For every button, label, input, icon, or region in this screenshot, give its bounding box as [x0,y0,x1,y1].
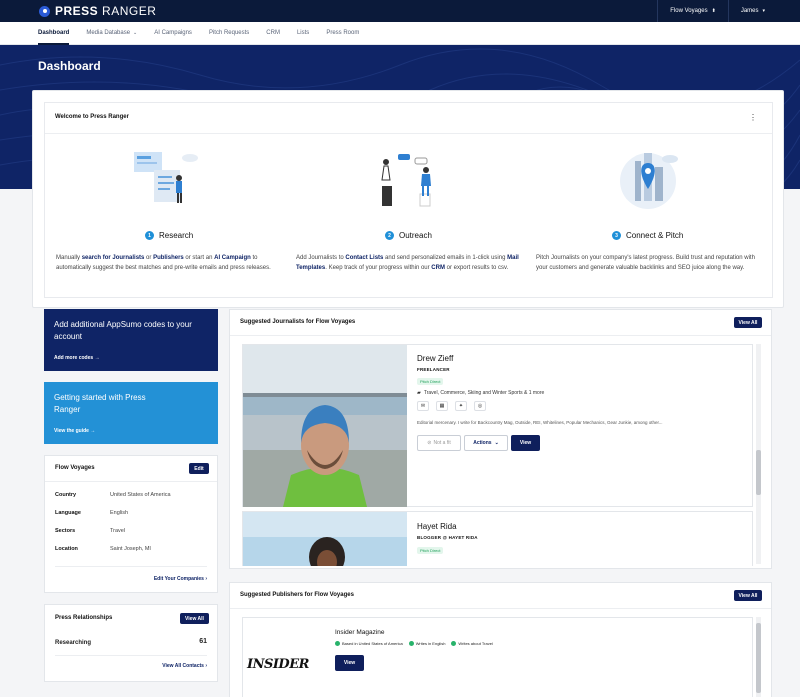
view-publisher-button[interactable]: View [335,655,364,671]
link-crm[interactable]: CRM [431,265,445,271]
main-nav: Dashboard Media Database ⌄ AI Campaigns P… [0,22,800,45]
publishers-title: Suggested Publishers for Flow Voyages [240,592,354,598]
company-row-sectors: Sectors Travel [55,528,126,534]
chevron-down-icon: ⌄ [133,30,138,36]
website-icon[interactable]: ◎ [474,401,486,411]
press-relationships-card: Press Relationships View All Researching… [44,604,218,682]
briefcase-icon: ▰ [417,390,421,396]
relationships-title: Press Relationships [55,615,113,621]
edit-companies-link[interactable]: Edit Your Companies › [154,576,207,582]
step-number: 1 [145,231,154,240]
twitter-icon[interactable]: ✦ [455,401,467,411]
publisher-card: INSIDER Insider Magazine Based in United… [242,617,753,697]
view-all-journalists-button[interactable]: View All [734,317,762,328]
chevron-down-icon: ⌄ [494,440,499,446]
linkedin-icon[interactable]: ▦ [436,401,448,411]
nav-dashboard[interactable]: Dashboard [38,22,70,45]
nav-pitch-requests[interactable]: Pitch Requests [209,22,249,45]
nav-crm[interactable]: CRM [266,22,280,45]
journalist-bio: Editorial mercenary. I write for Backcou… [417,420,663,425]
step-outreach: 2 Outreach [385,231,432,240]
caret-down-icon: ▾ [762,8,765,14]
company-row-location: Location Saint Joseph, MI [55,546,151,552]
welcome-card: Welcome to Press Ranger ⋮ 1 Research Man… [32,90,784,308]
journalist-photo [243,345,407,507]
brand-logo[interactable]: PRESS RANGER [55,4,156,18]
step-research-desc: Manually search for Journalists or Publi… [56,255,271,271]
view-all-relationships-button[interactable]: View All [180,613,209,624]
publisher-badges: Based in United States of America Writes… [335,641,499,646]
research-illustration [134,152,198,203]
insider-logo: INSIDER [247,657,309,672]
nav-press-room[interactable]: Press Room [326,22,359,45]
company-name: Flow Voyages [55,465,95,471]
connect-illustration [620,153,678,209]
suggested-journalists-card: Suggested Journalists for Flow Voyages V… [229,309,772,569]
journalists-title: Suggested Journalists for Flow Voyages [240,319,356,325]
pitch-direct-badge: Pitch Direct [417,378,444,385]
link-contact-lists[interactable]: Contact Lists [345,255,383,261]
getting-started-card: Getting started with Press Ranger View t… [44,382,218,444]
step-connect-desc: Pitch Journalists on your company's late… [536,255,755,271]
outreach-illustration [381,154,431,207]
edit-company-button[interactable]: Edit [189,463,209,474]
welcome-panel: Welcome to Press Ranger ⋮ 1 Research Man… [44,102,773,298]
appsumo-title: Add additional AppSumo codes to your acc… [54,320,192,341]
step-research: 1 Research [145,231,193,240]
eye-slash-icon: ⊘ [427,440,432,446]
journalist-role: FREELANCER [417,367,450,372]
email-icon[interactable]: ✉ [417,401,429,411]
add-more-codes-link[interactable]: Add more codes → [54,355,100,361]
not-a-fit-button[interactable]: ⊘ Not a fit [417,435,461,451]
publisher-badge: Writes in English [408,641,445,646]
view-all-publishers-button[interactable]: View All [734,590,762,601]
link-ai-campaign[interactable]: AI Campaign [214,255,251,261]
page-title: Dashboard [38,59,101,73]
logo-pin-icon [39,5,50,17]
link-search-journalists[interactable]: search for Journalists [82,255,145,261]
appsumo-card: Add additional AppSumo codes to your acc… [44,309,218,371]
researching-label: Researching [55,640,92,646]
journalists-scroll-thumb[interactable] [756,450,761,495]
company-card: Flow Voyages Edit Country United States o… [44,455,218,593]
step-number: 2 [385,231,394,240]
updown-chevron-icon: ⬍ [711,8,716,14]
nav-lists[interactable]: Lists [297,22,309,45]
journalist-card: Hayet Rida BLOGGER @ HAYET RIDA Pitch Di… [242,511,753,566]
more-options-icon[interactable]: ⋮ [749,113,757,122]
company-switcher[interactable]: Flow Voyages ⬍ [657,0,728,22]
getting-started-title: Getting started with Press Ranger [54,393,146,414]
publisher-name[interactable]: Insider Magazine [335,629,385,636]
user-menu[interactable]: James ▾ [727,0,800,22]
welcome-title: Welcome to Press Ranger [55,114,129,120]
check-circle-icon [335,641,340,646]
journalist-card: Drew Zieff FREELANCER Pitch Direct ▰ Trav… [242,344,753,507]
step-number: 3 [612,231,621,240]
publisher-badge: Based in United States of America [335,641,403,646]
company-row-language: Language English [55,510,129,516]
journalist-name[interactable]: Hayet Rida [417,522,457,531]
nav-ai-campaigns[interactable]: AI Campaigns [154,22,192,45]
nav-media-database[interactable]: Media Database ⌄ [86,22,137,45]
link-publishers[interactable]: Publishers [153,255,184,261]
step-outreach-desc: Add Journalists to Contact Lists and sen… [296,255,519,271]
journalist-photo [243,512,407,566]
check-circle-icon [451,641,457,646]
view-guide-link[interactable]: View the guide → [54,428,95,434]
journalist-role: BLOGGER @ HAYET RIDA [417,535,478,540]
actions-dropdown[interactable]: Actions ⌄ [464,435,508,451]
view-all-contacts-link[interactable]: View All Contacts › [162,663,207,669]
publishers-scroll-thumb[interactable] [756,623,761,693]
company-row-country: Country United States of America [55,492,171,498]
publisher-badge: Writes about Travel [451,641,493,646]
step-connect-pitch: 3 Connect & Pitch [612,231,683,240]
check-circle-icon [408,641,414,646]
top-bar: PRESS RANGER Flow Voyages ⬍ James ▾ [0,0,800,22]
view-journalist-button[interactable]: View [511,435,540,451]
pitch-direct-badge: Pitch Direct [417,547,444,554]
researching-count: 61 [199,638,207,645]
journalist-topics: ▰ Travel, Commerce, Skiing and Winter Spo… [417,390,545,396]
journalist-name[interactable]: Drew Zieff [417,354,453,363]
suggested-publishers-card: Suggested Publishers for Flow Voyages Vi… [229,582,772,697]
